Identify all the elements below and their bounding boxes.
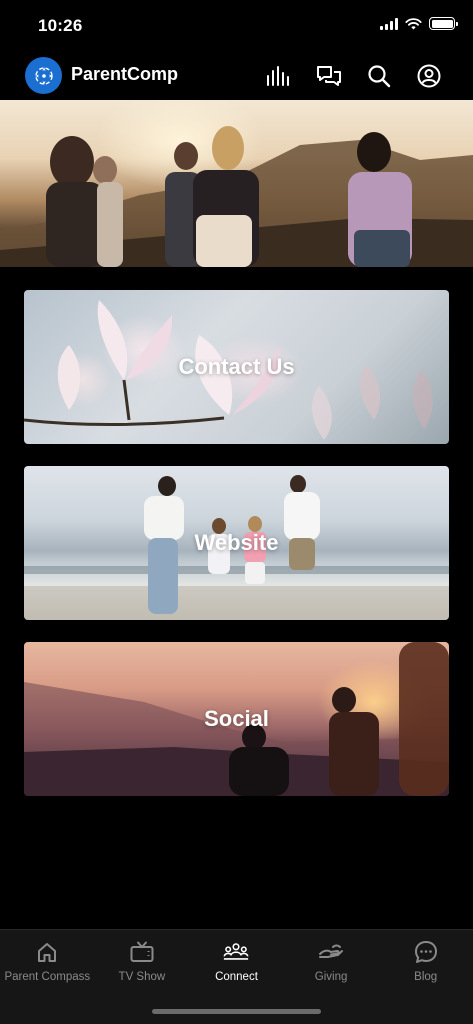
app-header: ParentComp [0, 50, 473, 100]
social-card[interactable]: Social [24, 642, 449, 796]
nav-label: Parent Compass [4, 971, 91, 983]
app-title: ParentComp [71, 64, 179, 84]
nav-label: TV Show [118, 971, 166, 983]
contact-us-card[interactable]: Contact Us [24, 290, 449, 444]
contact-us-label: Contact Us [178, 354, 295, 379]
nav-label: Blog [414, 971, 438, 983]
hero-image [0, 100, 473, 267]
nav-item-blog[interactable]: Blog [378, 930, 473, 992]
header-actions [265, 62, 443, 90]
profile-icon[interactable] [415, 62, 443, 90]
nav-label: Giving [314, 971, 348, 983]
wifi-icon [405, 17, 422, 29]
battery-icon [429, 17, 458, 30]
nav-label: Connect [215, 971, 258, 983]
social-label: Social [204, 706, 269, 731]
app-logo[interactable] [25, 57, 62, 94]
nav-item-giving[interactable]: Giving [284, 930, 379, 992]
status-bar: 10:26 [0, 0, 473, 50]
chat-bubble-icon [413, 939, 439, 965]
nav-item-parent-compass[interactable]: Parent Compass [0, 930, 95, 992]
nav-item-tv-show[interactable]: TV Show [95, 930, 190, 992]
nav-item-connect[interactable]: Connect [189, 930, 284, 992]
signal-icon [380, 17, 398, 30]
website-card[interactable]: Website [24, 466, 449, 620]
home-indicator [152, 1009, 321, 1014]
home-icon [34, 939, 60, 965]
chat-icon[interactable] [315, 62, 343, 90]
equalizer-icon[interactable] [265, 62, 293, 90]
giving-hand-icon [318, 939, 344, 965]
search-icon[interactable] [365, 62, 393, 90]
website-label: Website [194, 530, 279, 555]
status-time: 10:26 [38, 16, 83, 35]
tv-icon [129, 939, 155, 965]
compass-logo-icon [34, 66, 53, 85]
group-icon [223, 939, 249, 965]
status-icons [380, 17, 458, 30]
